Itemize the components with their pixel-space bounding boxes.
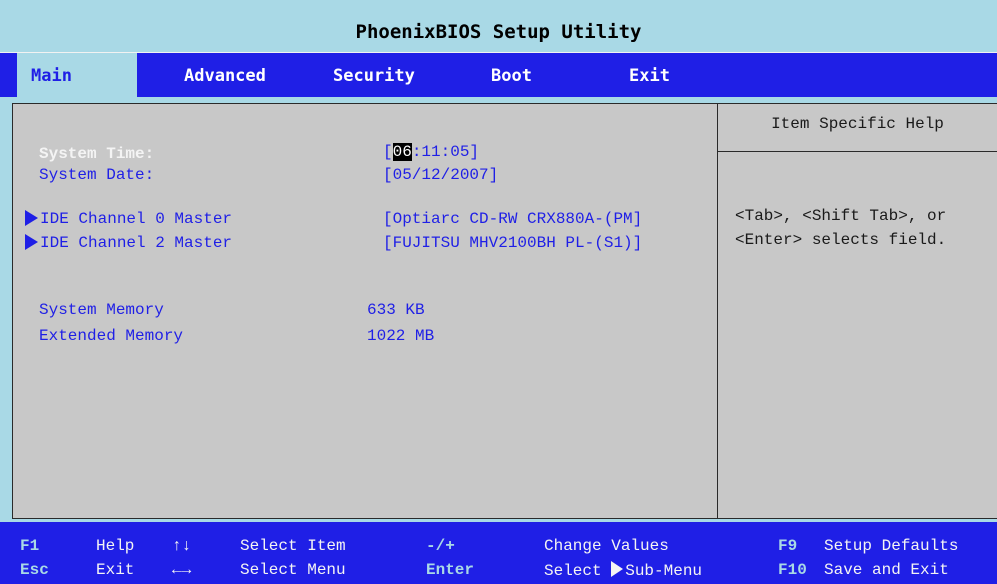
change-values-desc: Change Values [544,537,669,555]
tab-main[interactable]: Main [17,53,137,98]
ide-channel-0-label[interactable]: IDE Channel 0 Master [40,210,232,228]
system-time-hour-field[interactable]: 06 [392,143,412,161]
tab-advanced[interactable]: Advanced [184,53,266,98]
sub-menu-desc-prefix: Select [544,562,612,580]
system-time-rest[interactable]: :11:05] [412,143,479,161]
enter-key: Enter [426,561,475,579]
triangle-right-icon [25,234,38,250]
system-memory-value: 633 KB [367,301,425,319]
f1-key: F1 [20,537,40,555]
system-memory-label: System Memory [39,301,164,319]
main-panel: System Time: [06:11:05] System Date: [05… [0,97,997,522]
tab-security[interactable]: Security [333,53,415,98]
tab-exit[interactable]: Exit [629,53,670,98]
change-values-key: -/+ [426,537,455,555]
ide-channel-2-label[interactable]: IDE Channel 2 Master [40,234,232,252]
system-time-value[interactable]: [06:11:05] [383,143,479,161]
select-menu-desc: Select Menu [240,561,346,579]
up-down-arrows-icon: ↑↓ [172,537,192,555]
help-panel: Item Specific Help <Tab>, <Shift Tab>, o… [718,103,997,519]
extended-memory-value: 1022 MB [367,327,435,345]
menu-bar: Main Advanced Security Boot Exit [0,52,997,98]
footer-keys: F1 Help ↑↓ Select Item -/+ Change Values… [0,522,997,584]
system-time-open-bracket: [ [383,143,393,161]
left-right-arrows-icon: ←→ [172,561,192,579]
esc-key: Esc [20,561,49,579]
system-time-label[interactable]: System Time: [39,145,154,163]
f9-desc: Setup Defaults [824,537,959,555]
f10-key: F10 [778,561,807,579]
system-date-value[interactable]: [05/12/2007] [383,166,498,184]
sub-menu-desc-text: Sub-Menu [625,562,703,580]
tab-boot[interactable]: Boot [491,53,532,98]
f9-key: F9 [778,537,798,555]
ide-channel-0-value[interactable]: [Optiarc CD-RW CRX880A-(PM] [383,210,642,228]
f10-desc: Save and Exit [824,561,949,579]
system-date-label[interactable]: System Date: [39,166,154,184]
help-title: Item Specific Help [718,104,997,152]
settings-panel: System Time: [06:11:05] System Date: [05… [12,103,718,519]
f1-desc: Help [96,537,135,555]
esc-desc: Exit [96,561,135,579]
sub-menu-desc: Select Sub-Menu [544,561,702,580]
help-line-1: <Tab>, <Shift Tab>, or [735,207,947,225]
help-line-2: <Enter> selects field. [735,231,947,249]
window-title: PhoenixBIOS Setup Utility [0,0,997,52]
extended-memory-label: Extended Memory [39,327,184,345]
triangle-right-icon [611,561,624,577]
ide-channel-2-value[interactable]: [FUJITSU MHV2100BH PL-(S1)] [383,234,642,252]
select-item-desc: Select Item [240,537,346,555]
triangle-right-icon [25,210,38,226]
